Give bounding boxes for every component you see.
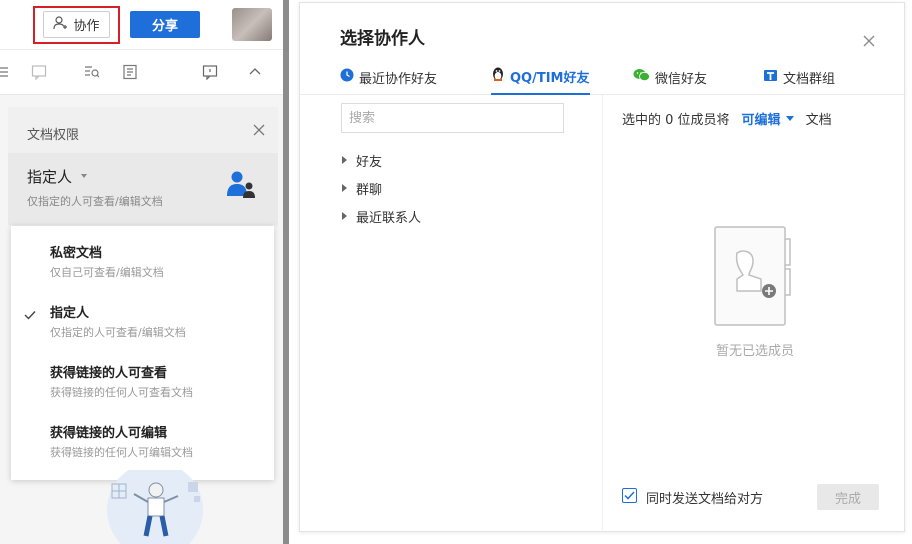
decorative-illustration bbox=[90, 462, 220, 544]
tab-label: 微信好友 bbox=[655, 71, 708, 87]
column-divider bbox=[602, 95, 603, 533]
permission-option-specified[interactable]: 指定人 仅指定的人可查看/编辑文档 bbox=[11, 286, 274, 346]
option-label: 指定人 bbox=[50, 306, 90, 321]
caret-right-icon bbox=[342, 156, 347, 164]
dialog-title: 选择协作人 bbox=[340, 29, 425, 49]
selection-suffix: 文档 bbox=[805, 113, 832, 128]
clock-icon bbox=[340, 68, 354, 86]
tab-label: 最近协作好友 bbox=[359, 71, 438, 87]
tree-item-label: 群聊 bbox=[356, 182, 383, 198]
qq-penguin-icon bbox=[491, 66, 505, 86]
permission-dropdown: 私密文档 仅自己可查看/编辑文档 指定人 仅指定的人可查看/编辑文档 获得链接的… bbox=[11, 226, 274, 480]
source-tabs: 最近协作好友 QQ/TIM好友 微信好友 文档群组 bbox=[300, 59, 906, 95]
check-icon bbox=[624, 491, 635, 500]
selection-prefix: 选中的 0 位成员将 bbox=[622, 113, 730, 128]
done-button[interactable]: 完成 bbox=[817, 484, 879, 510]
add-person-icon bbox=[53, 15, 69, 35]
option-label: 获得链接的人可编辑 bbox=[50, 426, 168, 441]
permission-select-label: 可编辑 bbox=[741, 113, 781, 128]
search-input[interactable] bbox=[341, 103, 564, 133]
close-icon[interactable] bbox=[252, 122, 266, 136]
tab-wechat[interactable]: 微信好友 bbox=[633, 59, 707, 95]
tab-doc-groups[interactable]: 文档群组 bbox=[763, 59, 835, 95]
document-icon[interactable] bbox=[121, 63, 139, 81]
specified-person-icon bbox=[226, 169, 256, 203]
current-permission-title: 指定人 bbox=[27, 168, 73, 186]
document-editor-panel: 协作 分享 文档权限 指定人 仅指定的人可查看/编辑文档 私密文档 仅自己可查看… bbox=[0, 0, 283, 544]
permission-panel-title: 文档权限 bbox=[27, 128, 80, 143]
send-document-label: 同时发送文档给对方 bbox=[646, 492, 764, 507]
selection-summary: 选中的 0 位成员将 可编辑 文档 bbox=[622, 109, 832, 128]
option-desc: 仅自己可查看/编辑文档 bbox=[50, 266, 164, 279]
list-icon[interactable] bbox=[0, 63, 12, 81]
option-label: 私密文档 bbox=[50, 246, 103, 261]
tree-item-label: 最近联系人 bbox=[356, 210, 422, 226]
option-desc: 获得链接的任何人可查看文档 bbox=[50, 386, 193, 399]
caret-right-icon bbox=[342, 184, 347, 192]
permission-select[interactable]: 可编辑 bbox=[742, 109, 794, 128]
caret-down-icon bbox=[785, 116, 794, 121]
tree-item-groups[interactable]: 群聊 bbox=[342, 178, 382, 198]
tree-item-friends[interactable]: 好友 bbox=[342, 150, 382, 170]
share-button[interactable]: 分享 bbox=[130, 11, 200, 38]
comment-icon[interactable] bbox=[30, 63, 48, 81]
annotation-icon[interactable] bbox=[201, 63, 219, 81]
tree-item-label: 好友 bbox=[356, 154, 383, 170]
chevron-up-icon[interactable] bbox=[246, 63, 264, 81]
tab-recent[interactable]: 最近协作好友 bbox=[340, 59, 437, 95]
tab-label: 文档群组 bbox=[783, 71, 836, 87]
tree-item-recent-contacts[interactable]: 最近联系人 bbox=[342, 206, 421, 226]
empty-state-text: 暂无已选成员 bbox=[716, 344, 795, 359]
collab-label: 协作 bbox=[73, 19, 100, 34]
tab-qq-tim[interactable]: QQ/TIM好友 bbox=[491, 59, 590, 95]
select-collaborator-dialog: 选择协作人 最近协作好友 QQ/TIM好友 微信好友 文档群组 搜索 好友 群聊… bbox=[299, 2, 906, 533]
avatar[interactable] bbox=[232, 8, 272, 41]
check-icon bbox=[24, 306, 36, 320]
search-doc-icon[interactable] bbox=[83, 63, 101, 81]
screenshot-divider bbox=[283, 0, 289, 544]
caret-down-icon bbox=[81, 174, 87, 178]
top-bar: 协作 分享 bbox=[0, 0, 283, 50]
permission-option-link-edit[interactable]: 获得链接的人可编辑 获得链接的任何人可编辑文档 bbox=[11, 406, 274, 466]
group-docs-icon bbox=[763, 68, 778, 87]
wechat-icon bbox=[633, 68, 650, 86]
collab-button[interactable]: 协作 bbox=[43, 11, 110, 38]
option-desc: 仅指定的人可查看/编辑文档 bbox=[50, 326, 186, 339]
option-desc: 获得链接的任何人可编辑文档 bbox=[50, 446, 193, 459]
caret-right-icon bbox=[342, 212, 347, 220]
empty-contacts-icon bbox=[713, 225, 793, 331]
close-icon[interactable] bbox=[862, 33, 876, 47]
permission-option-link-view[interactable]: 获得链接的人可查看 获得链接的任何人可查看文档 bbox=[11, 346, 274, 406]
current-permission-desc: 仅指定的人可查看/编辑文档 bbox=[27, 195, 163, 208]
permission-panel: 文档权限 指定人 仅指定的人可查看/编辑文档 bbox=[8, 107, 278, 227]
permission-option-private[interactable]: 私密文档 仅自己可查看/编辑文档 bbox=[11, 226, 274, 286]
current-permission[interactable]: 指定人 仅指定的人可查看/编辑文档 bbox=[8, 153, 278, 225]
editor-toolbar bbox=[0, 50, 283, 95]
tab-label: QQ/TIM好友 bbox=[510, 70, 590, 86]
option-label: 获得链接的人可查看 bbox=[50, 366, 168, 381]
send-document-checkbox[interactable] bbox=[622, 488, 637, 503]
